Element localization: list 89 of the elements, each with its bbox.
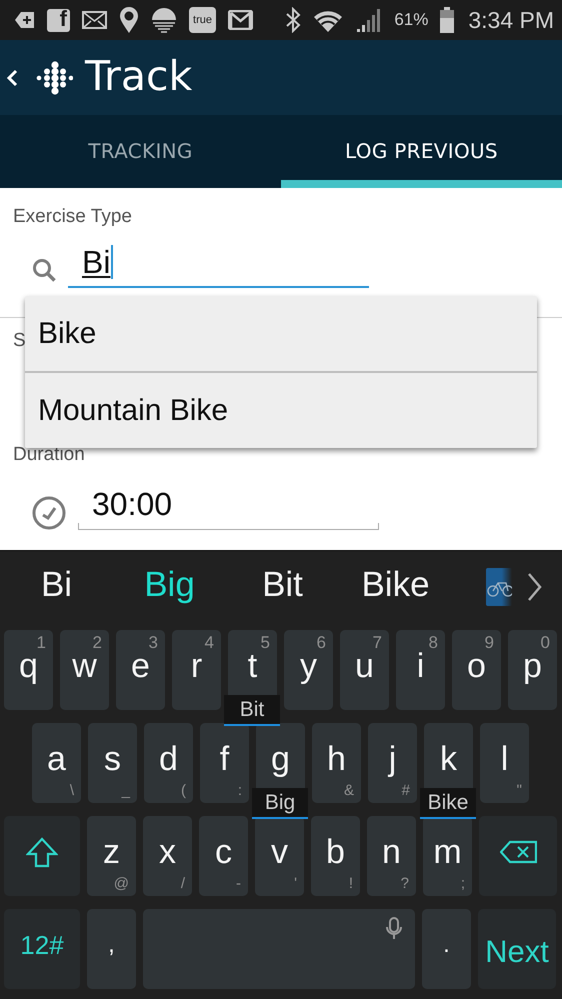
next-key[interactable]: Next	[478, 909, 556, 989]
key[interactable]: h &	[312, 723, 361, 803]
key-hint: 8	[428, 633, 438, 653]
sunset-icon	[151, 7, 177, 33]
battery-icon	[440, 7, 454, 33]
app-badge: f	[47, 8, 70, 32]
key-hint: (	[181, 782, 186, 799]
microphone-icon	[385, 917, 403, 940]
suggestion[interactable]: Bit	[226, 565, 339, 609]
input-field[interactable]: 30:00	[78, 480, 379, 530]
key[interactable]: j #	[368, 723, 417, 803]
field-label: S	[13, 330, 26, 352]
search-icon	[32, 258, 56, 282]
key[interactable]: c -	[199, 816, 248, 896]
key-hint: &	[344, 782, 354, 799]
bike-sticker-icon[interactable]	[486, 568, 512, 606]
carrier-badge: true	[189, 7, 216, 33]
key-hint: !	[348, 875, 353, 892]
key-hint: '	[294, 875, 297, 892]
back-icon[interactable]	[6, 68, 19, 86]
tab[interactable]: TRACKING	[0, 115, 281, 188]
chevron-right-icon[interactable]	[527, 572, 542, 602]
key[interactable]: .	[422, 909, 471, 989]
suggestion[interactable]: Bi	[0, 565, 113, 609]
key[interactable]: q 1	[4, 630, 53, 710]
key[interactable]: d (	[144, 723, 193, 803]
key-hint: _	[122, 782, 130, 799]
plus-tag-icon	[14, 11, 35, 29]
key[interactable]: v '	[255, 816, 304, 896]
suggestion-popup: Bit	[224, 695, 280, 726]
key-hint: 4	[204, 633, 214, 653]
backspace-icon	[500, 840, 536, 864]
key-hint: @	[114, 875, 129, 892]
key[interactable]: m ;	[423, 816, 472, 896]
key-hint: 7	[372, 633, 382, 653]
clock-time: 3:34 PM	[468, 6, 554, 34]
key[interactable]: z @	[87, 816, 136, 896]
key[interactable]: x /	[143, 816, 192, 896]
key[interactable]: f :	[200, 723, 249, 803]
key[interactable]: u 7	[340, 630, 389, 710]
mail-icon	[82, 11, 107, 29]
suggestion[interactable]: Bike	[339, 565, 452, 609]
suggestion[interactable]: Big	[113, 565, 226, 609]
key[interactable]: e 3	[116, 630, 165, 710]
backspace-key[interactable]	[479, 816, 557, 896]
key-hint: /	[180, 875, 185, 892]
dots-logo-icon	[35, 60, 73, 94]
key[interactable]: i 8	[396, 630, 445, 710]
location-pin-icon	[119, 6, 139, 34]
key-hint: 1	[36, 633, 46, 653]
key[interactable]: a \	[32, 723, 81, 803]
key[interactable]: s _	[88, 723, 137, 803]
key-hint: 3	[148, 633, 158, 653]
battery-percent: 61%	[394, 10, 428, 30]
signal-icon	[355, 8, 382, 32]
key[interactable]: w 2	[60, 630, 109, 710]
bluetooth-icon	[285, 7, 302, 33]
shift-key[interactable]	[4, 816, 80, 896]
key[interactable]: o 9	[452, 630, 501, 710]
key[interactable]: l "	[480, 723, 529, 803]
key[interactable]: ,	[87, 909, 136, 989]
key-hint: 0	[540, 633, 550, 653]
key[interactable]: b !	[311, 816, 360, 896]
dropdown-item[interactable]: Mountain Bike	[25, 371, 537, 448]
shift-icon	[26, 836, 58, 868]
key-hint: \	[70, 782, 74, 799]
key-hint: "	[516, 782, 522, 799]
key-hint: ;	[460, 875, 465, 892]
key[interactable]: n ?	[367, 816, 416, 896]
clock-icon	[32, 496, 66, 530]
key-hint: :	[238, 782, 242, 799]
envelope-m-icon	[228, 10, 253, 30]
symbols-key[interactable]: 12#	[4, 909, 80, 989]
dropdown-item[interactable]: Bike	[25, 296, 537, 371]
search-field[interactable]: Bi	[68, 238, 369, 288]
key-hint: 2	[92, 633, 102, 653]
key-hint: 9	[484, 633, 494, 653]
key-hint: ?	[400, 875, 409, 892]
field-label: Exercise Type	[13, 206, 132, 228]
key[interactable]: p 0	[508, 630, 557, 710]
key-hint: 5	[260, 633, 270, 653]
key-hint: #	[402, 782, 410, 799]
key-hint: 6	[316, 633, 326, 653]
suggestion-popup: Big	[252, 788, 308, 819]
suggestion-popup: Bike	[420, 788, 476, 819]
key[interactable]: r 4	[172, 630, 221, 710]
app-title: Track	[85, 52, 192, 102]
key[interactable]: y 6	[284, 630, 333, 710]
key-hint: -	[236, 875, 241, 892]
